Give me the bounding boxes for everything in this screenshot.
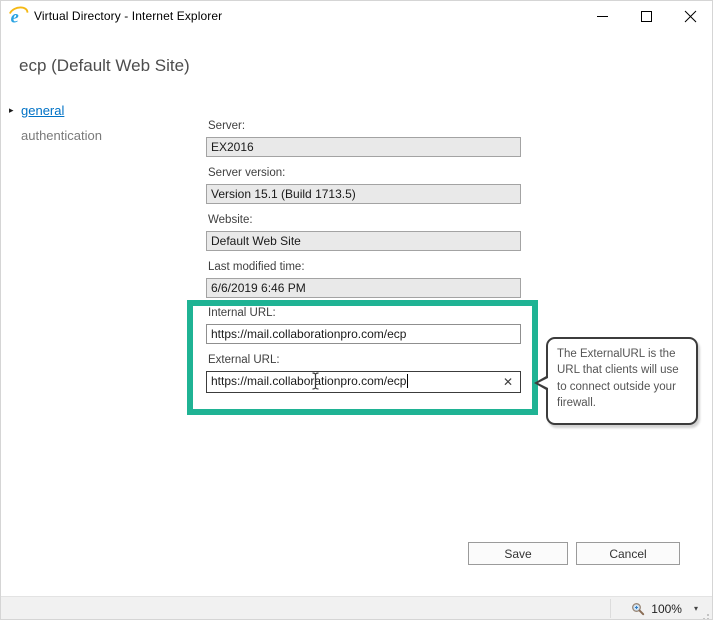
server-version-label: Server version:	[208, 167, 286, 179]
nav-item-general[interactable]: general	[21, 103, 64, 118]
window-title: Virtual Directory - Internet Explorer	[34, 9, 223, 23]
page-title: ecp (Default Web Site)	[19, 56, 190, 75]
resize-grip[interactable]	[707, 614, 709, 616]
server-field: EX2016	[206, 137, 521, 157]
external-url-tooltip: The ExternalURL is the URL that clients …	[534, 337, 698, 425]
minimize-button[interactable]	[580, 1, 624, 31]
server-version-field: Version 15.1 (Build 1713.5)	[206, 184, 521, 204]
text-caret	[407, 374, 409, 388]
status-bar: 100% ▾	[1, 596, 712, 619]
zoom-control[interactable]: 100% ▾	[631, 597, 698, 619]
external-url-input[interactable]: https://mail.collaborationpro.com/ecp ✕	[206, 371, 521, 393]
window-controls	[580, 1, 712, 31]
save-button[interactable]: Save	[468, 542, 568, 565]
nav-item-authentication[interactable]: authentication	[21, 128, 102, 143]
i-beam-cursor-icon	[311, 372, 320, 390]
last-modified-field: 6/6/2019 6:46 PM	[206, 278, 521, 298]
status-separator	[610, 599, 611, 618]
browser-window: e Virtual Directory - Internet Explorer …	[0, 0, 713, 620]
title-bar[interactable]: e Virtual Directory - Internet Explorer	[1, 1, 712, 31]
zoom-dropdown-arrow-icon: ▾	[693, 604, 698, 613]
tooltip-text: The ExternalURL is the URL that clients …	[557, 348, 679, 409]
internal-url-value: https://mail.collaborationpro.com/ecp	[211, 327, 407, 341]
internal-url-input[interactable]: https://mail.collaborationpro.com/ecp	[206, 324, 521, 344]
zoom-level: 100%	[651, 601, 682, 616]
cancel-button[interactable]: Cancel	[576, 542, 680, 565]
website-field: Default Web Site	[206, 231, 521, 251]
external-url-label: External URL:	[208, 354, 280, 366]
website-label: Website:	[208, 214, 253, 226]
magnifier-icon	[632, 602, 645, 615]
internet-explorer-icon: e	[9, 6, 29, 27]
last-modified-label: Last modified time:	[208, 261, 305, 273]
internal-url-label: Internal URL:	[208, 307, 276, 319]
close-button[interactable]	[668, 1, 712, 31]
external-url-value: https://mail.collaborationpro.com/ecp	[211, 374, 407, 388]
maximize-button[interactable]	[624, 1, 668, 31]
minimize-icon	[596, 15, 608, 17]
clear-field-icon[interactable]: ✕	[503, 375, 513, 389]
server-label: Server:	[208, 120, 246, 132]
selected-item-arrow-icon: ▸	[9, 105, 14, 115]
close-icon	[684, 10, 696, 22]
maximize-icon	[640, 10, 652, 22]
